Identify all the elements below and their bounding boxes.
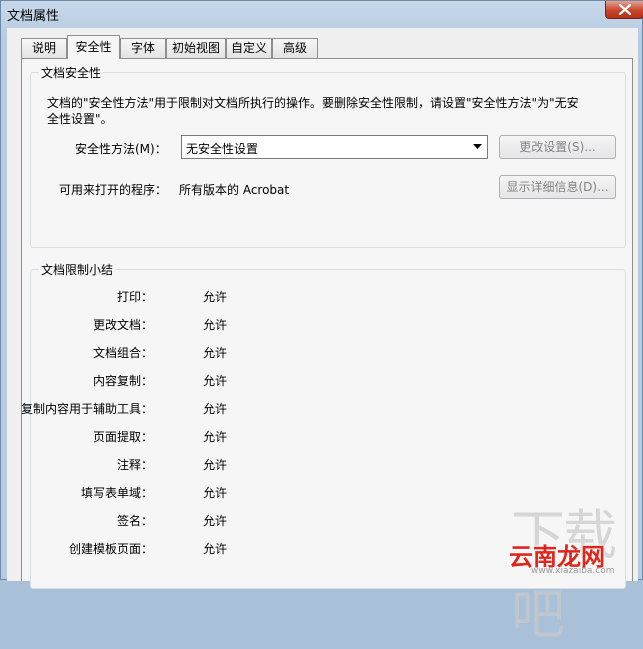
summary-value: 允许 — [203, 430, 228, 444]
open-with-value: 所有版本的 Acrobat — [179, 183, 290, 197]
summary-label: 内容复制： — [92, 374, 153, 388]
summary-row-change-document: 更改文档： 允许 — [31, 316, 627, 332]
change-settings-button[interactable]: 更改设置(S)... — [499, 135, 616, 159]
summary-label: 更改文档： — [92, 318, 153, 332]
security-method-dropdown[interactable]: 无安全性设置 — [181, 135, 488, 159]
security-description: 文档的"安全性方法"用于限制对文档所执行的操作。要删除安全性限制，请设置"安全性… — [47, 96, 579, 126]
summary-row-page-extraction: 页面提取： 允许 — [31, 428, 627, 444]
summary-row-document-assembly: 文档组合： 允许 — [31, 344, 627, 360]
document-security-group: 文档安全性 文档的"安全性方法"用于限制对文档所执行的操作。要删除安全性限制，请… — [30, 64, 626, 248]
tab-security[interactable]: 安全性 — [67, 35, 120, 59]
close-button[interactable] — [605, 1, 643, 19]
summary-label: 打印： — [116, 290, 153, 304]
dropdown-arrow-icon[interactable] — [469, 136, 487, 158]
tab-advanced[interactable]: 高级 — [272, 38, 318, 58]
tab-description[interactable]: 说明 — [21, 38, 67, 58]
summary-label: 签名： — [116, 514, 153, 528]
summary-value: 允许 — [203, 514, 228, 528]
summary-value: 允许 — [203, 374, 228, 388]
summary-label: 创建模板页面： — [68, 542, 153, 556]
summary-row-commenting: 注释： 允许 — [31, 456, 627, 472]
security-method-label: 安全性方法(M)： — [75, 142, 167, 156]
summary-value: 允许 — [203, 290, 228, 304]
summary-value: 允许 — [203, 458, 228, 472]
summary-value: 允许 — [203, 318, 228, 332]
close-icon — [619, 4, 631, 15]
dialog-window: 文档属性 说明 安全性 字体 初始视图 自定义 高级 文档安全性 文档的"安全性… — [0, 0, 643, 646]
summary-label: 填写表单域： — [80, 486, 153, 500]
summary-value: 允许 — [203, 486, 228, 500]
summary-label: 文档组合： — [92, 346, 153, 360]
summary-value: 允许 — [203, 542, 228, 556]
tab-custom[interactable]: 自定义 — [226, 38, 272, 58]
summary-row-print: 打印： 允许 — [31, 288, 627, 304]
summary-row-content-copy: 内容复制： 允许 — [31, 372, 627, 388]
site-watermark: 下载吧 云南龙网 www.xiazaiba.com — [501, 491, 643, 646]
summary-label: 复制内容用于辅助工具： — [20, 402, 153, 416]
summary-label: 注释： — [116, 458, 153, 472]
security-method-value: 无安全性设置 — [186, 142, 259, 156]
summary-value: 允许 — [203, 346, 228, 360]
summary-row-accessibility-copy: 复制内容用于辅助工具： 允许 — [21, 400, 627, 416]
tab-initial-view[interactable]: 初始视图 — [166, 38, 226, 58]
window-title: 文档属性 — [7, 9, 60, 24]
open-with-label: 可用来打开的程序： — [59, 183, 168, 197]
tab-fonts[interactable]: 字体 — [120, 38, 166, 58]
title-bar[interactable]: 文档属性 — [1, 1, 643, 28]
show-details-button[interactable]: 显示详细信息(D)... — [499, 175, 616, 199]
summary-value: 允许 — [203, 402, 228, 416]
restrictions-summary-title: 文档限制小结 — [39, 261, 116, 278]
watermark-url: www.xiazaiba.com — [531, 566, 615, 576]
document-security-title: 文档安全性 — [39, 64, 104, 81]
summary-label: 页面提取： — [92, 430, 153, 444]
